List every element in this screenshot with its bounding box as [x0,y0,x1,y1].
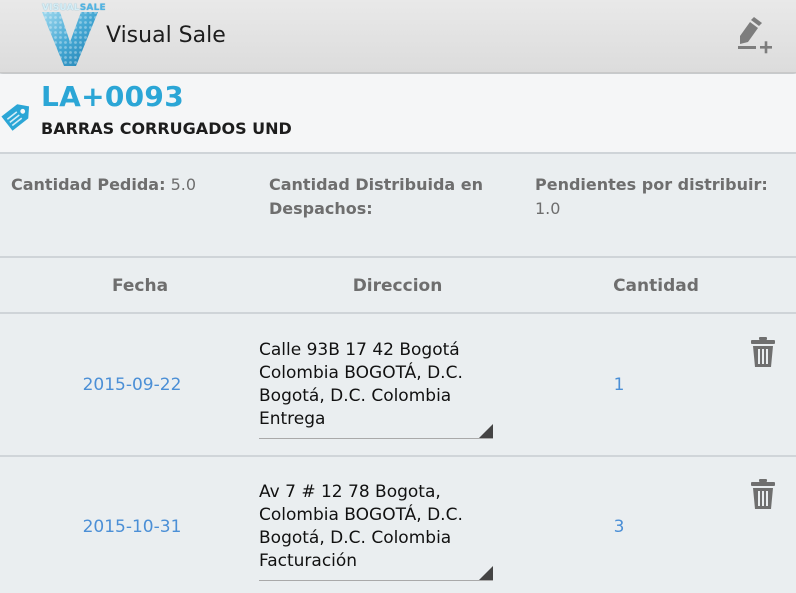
cantidad-pedida: Cantidad Pedida: 5.0 [11,173,196,197]
cantidad-cell[interactable]: 1 [596,375,642,395]
logo-wordmark: VISUALSALE [42,3,106,13]
trash-icon [751,337,775,367]
fecha-cell[interactable]: 2015-10-31 [60,517,204,537]
cantidad-distribuida-label: Cantidad Distribuida en Despachos: [269,175,484,218]
address-dropdown[interactable]: Calle 93B 17 42 Bogotá Colombia BOGOTÁ, … [259,339,493,439]
cantidad-cell[interactable]: 3 [596,517,642,537]
address-dropdown[interactable]: Av 7 # 12 78 Bogota, Colombia BOGOTÁ, D.… [259,481,493,581]
app-title: Visual Sale [106,23,226,48]
table-row: 2015-09-22 Calle 93B 17 42 Bogotá Colomb… [0,315,796,457]
app-logo: VISUALSALE [38,0,106,68]
cantidad-pedida-label: Cantidad Pedida: [11,175,166,194]
pendientes-por-distribuir: Pendientes por distribuir: 1.0 [535,173,796,221]
cantidad-pedida-value: 5.0 [170,175,197,194]
dropdown-arrow-icon [479,566,493,580]
table-row: 2015-10-31 Av 7 # 12 78 Bogota, Colombia… [0,457,796,593]
table-header: Fecha Direccion Cantidad [0,256,796,314]
trash-icon [751,479,775,509]
edit-add-icon [738,17,772,54]
product-code: LA+0093 [41,80,185,113]
action-bar: VISUALSALE Visual Sale [0,0,796,73]
cantidad-distribuida: Cantidad Distribuida en Despachos: [269,173,519,221]
quantity-summary: Cantidad Pedida: 5.0 Cantidad Distribuid… [0,156,796,256]
tag-icon [0,94,38,136]
delete-row-button[interactable] [749,477,777,511]
fecha-cell[interactable]: 2015-09-22 [60,375,204,395]
pendientes-value: 1.0 [535,199,561,218]
column-header-fecha: Fecha [111,276,169,296]
product-header: LA+0093 BARRAS CORRUGADOS UND [0,74,796,154]
address-text: Calle 93B 17 42 Bogotá Colombia BOGOTÁ, … [259,340,463,429]
product-name: BARRAS CORRUGADOS UND [41,119,292,138]
dropdown-arrow-icon [479,424,493,438]
pendientes-label: Pendientes por distribuir: [535,175,768,194]
address-text: Av 7 # 12 78 Bogota, Colombia BOGOTÁ, D.… [259,482,463,571]
column-header-direccion: Direccion [352,276,443,296]
delete-row-button[interactable] [749,335,777,369]
add-distribution-button[interactable] [734,14,774,58]
column-header-cantidad: Cantidad [613,276,699,296]
